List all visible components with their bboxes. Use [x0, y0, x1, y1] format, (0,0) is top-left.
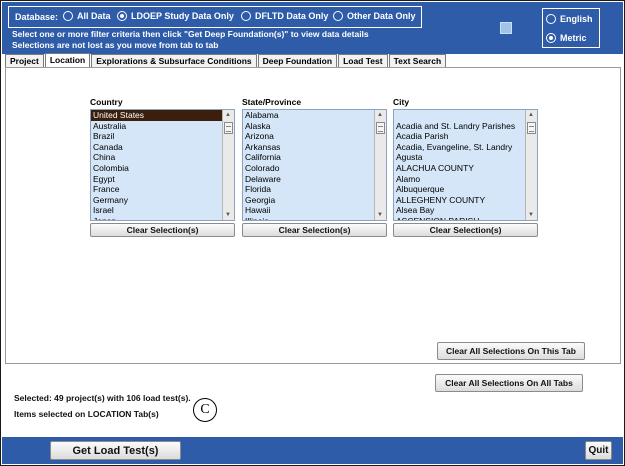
tab-location[interactable]: Location — [44, 53, 91, 68]
units-option-english[interactable]: English — [546, 14, 593, 24]
scrollbar[interactable]: ▲ ▼ — [222, 110, 234, 220]
scrollbar[interactable]: ▲ ▼ — [525, 110, 537, 220]
units-option-metric[interactable]: Metric — [546, 33, 587, 43]
list-item[interactable]: Alamo — [394, 174, 525, 185]
list-item[interactable]: ASCENSION PARISH — [394, 216, 525, 220]
tab-deep-foundation[interactable]: Deep Foundation — [257, 54, 338, 68]
list-item[interactable]: Alabama — [243, 110, 374, 121]
top-bar: Database: All Data LDOEP Study Data Only… — [2, 2, 623, 54]
list-item[interactable]: Illinois — [243, 216, 374, 220]
annotation-circle: C — [193, 398, 217, 422]
radio-metric[interactable] — [546, 33, 556, 43]
list-item[interactable]: Israel — [91, 205, 222, 216]
scrollbar[interactable]: ▲ ▼ — [374, 110, 386, 220]
clear-country-button[interactable]: Clear Selection(s) — [90, 223, 235, 237]
city-listbox[interactable]: Acadia and St. Landry Parishes Acadia Par… — [393, 109, 538, 221]
list-item[interactable]: Agusta — [394, 152, 525, 163]
location-panel: Country United States Australia Brazil Cana… — [5, 67, 621, 364]
list-item[interactable]: Florida — [243, 184, 374, 195]
list-item[interactable]: Japan — [91, 216, 222, 220]
scroll-thumb[interactable] — [376, 122, 385, 134]
option-label: All Data — [77, 11, 111, 21]
clear-tab-selections-button[interactable]: Clear All Selections On This Tab — [437, 342, 585, 360]
radio-all-data[interactable] — [63, 11, 73, 21]
list-item[interactable]: Germany — [91, 195, 222, 206]
database-option-dfltd[interactable]: DFLTD Data Only — [241, 11, 328, 21]
database-label: Database: — [15, 12, 59, 22]
list-item[interactable]: Australia — [91, 121, 222, 132]
country-title: Country — [90, 97, 123, 107]
radio-ldoep[interactable] — [117, 11, 127, 21]
scroll-down-icon[interactable]: ▼ — [528, 211, 534, 219]
clear-all-tabs-button[interactable]: Clear All Selections On All Tabs — [435, 374, 583, 392]
list-item[interactable]: France — [91, 184, 222, 195]
radio-english[interactable] — [546, 14, 556, 24]
scroll-up-icon[interactable]: ▲ — [528, 111, 534, 119]
list-item[interactable]: ALACHUA COUNTY — [394, 163, 525, 174]
selected-tab-summary: Items selected on LOCATION Tab(s) — [14, 409, 159, 419]
radio-dfltd[interactable] — [241, 11, 251, 21]
list-item[interactable]: Alaska — [243, 121, 374, 132]
list-item[interactable]: Colombia — [91, 163, 222, 174]
city-title: City — [393, 97, 410, 107]
tab-project[interactable]: Project — [5, 54, 44, 68]
option-label: Metric — [560, 33, 587, 43]
database-option-all-data[interactable]: All Data — [63, 11, 111, 21]
list-item[interactable]: Delaware — [243, 174, 374, 185]
selection-summary: Selected: 49 project(s) with 106 load te… — [14, 393, 191, 403]
get-load-tests-button[interactable]: Get Load Test(s) — [50, 441, 181, 460]
scroll-up-icon[interactable]: ▲ — [225, 111, 231, 119]
database-option-ldoep[interactable]: LDOEP Study Data Only — [117, 11, 234, 21]
scroll-up-icon[interactable]: ▲ — [377, 111, 383, 119]
city-column: City Acadia and St. Landry Parishes Acadi… — [393, 97, 538, 237]
country-column: Country United States Australia Brazil Cana… — [90, 97, 235, 237]
state-column: State/Province Alabama Alaska Arizona Arkan… — [242, 97, 387, 237]
list-item[interactable]: United States — [91, 110, 222, 121]
option-label: DFLTD Data Only — [255, 11, 329, 21]
tab-text-search[interactable]: Text Search — [388, 54, 447, 68]
list-item[interactable]: Canada — [91, 142, 222, 153]
list-item[interactable]: Albuquerque — [394, 184, 525, 195]
app-window: Database: All Data LDOEP Study Data Only… — [0, 0, 625, 466]
list-item[interactable]: Alsea Bay — [394, 205, 525, 216]
scroll-thumb[interactable] — [527, 122, 536, 134]
option-label: Other Data Only — [347, 11, 416, 21]
database-selector: Database: All Data LDOEP Study Data Only… — [8, 6, 422, 28]
instruction-line-2: Selections are not lost as you move from… — [12, 40, 219, 50]
scroll-down-icon[interactable]: ▼ — [225, 211, 231, 219]
instruction-line-1: Select one or more filter criteria then … — [12, 29, 369, 39]
state-listbox[interactable]: Alabama Alaska Arizona Arkansas California Co… — [242, 109, 387, 221]
list-item[interactable]: Brazil — [91, 131, 222, 142]
option-label: LDOEP Study Data Only — [131, 11, 234, 21]
square-icon — [500, 22, 512, 34]
tab-load-test[interactable]: Load Test — [338, 54, 388, 68]
list-item[interactable]: Egypt — [91, 174, 222, 185]
list-item[interactable]: China — [91, 152, 222, 163]
database-option-other[interactable]: Other Data Only — [333, 11, 416, 21]
tab-explorations[interactable]: Explorations & Subsurface Conditions — [91, 54, 257, 68]
list-item[interactable] — [394, 110, 525, 121]
bottom-bar: Get Load Test(s) Quit — [2, 437, 623, 464]
radio-other[interactable] — [333, 11, 343, 21]
clear-state-button[interactable]: Clear Selection(s) — [242, 223, 387, 237]
option-label: English — [560, 14, 593, 24]
list-item[interactable]: ALLEGHENY COUNTY — [394, 195, 525, 206]
list-item[interactable]: California — [243, 152, 374, 163]
list-item[interactable]: Hawaii — [243, 205, 374, 216]
list-item[interactable]: Acadia, Evangeline, St. Landry — [394, 142, 525, 153]
tab-bar: Project Location Explorations & Subsurfa… — [5, 53, 447, 68]
list-item[interactable]: Georgia — [243, 195, 374, 206]
scroll-down-icon[interactable]: ▼ — [377, 211, 383, 219]
list-item[interactable]: Colorado — [243, 163, 374, 174]
list-item[interactable]: Acadia Parish — [394, 131, 525, 142]
units-selector: English Metric — [542, 8, 600, 48]
quit-button[interactable]: Quit — [585, 441, 612, 460]
country-listbox[interactable]: United States Australia Brazil Canada China C… — [90, 109, 235, 221]
clear-city-button[interactable]: Clear Selection(s) — [393, 223, 538, 237]
list-item[interactable]: Arizona — [243, 131, 374, 142]
list-item[interactable]: Acadia and St. Landry Parishes — [394, 121, 525, 132]
scroll-thumb[interactable] — [224, 122, 233, 134]
list-item[interactable]: Arkansas — [243, 142, 374, 153]
state-title: State/Province — [242, 97, 302, 107]
